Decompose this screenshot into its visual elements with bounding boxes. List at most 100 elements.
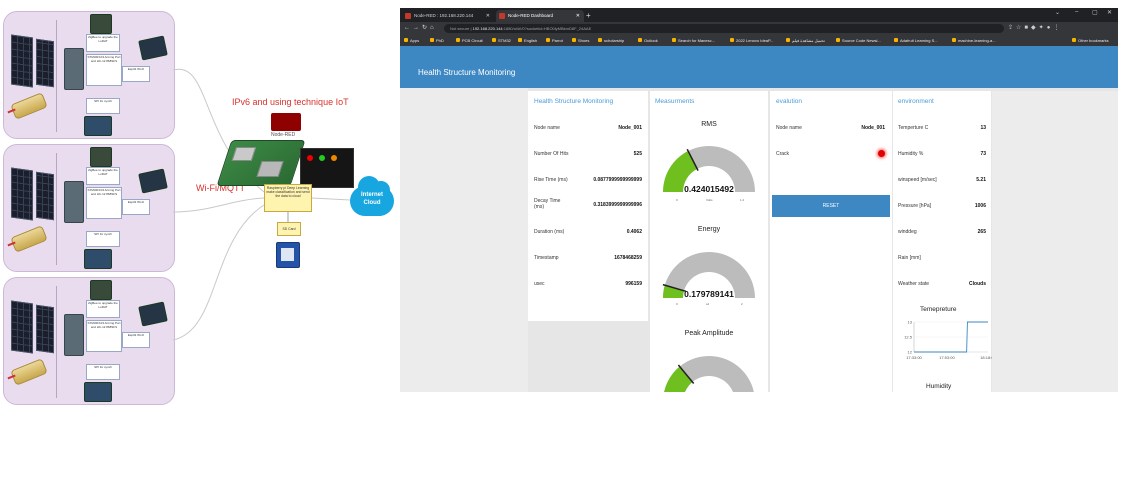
- x-tick-label: 17:53:00: [939, 355, 955, 360]
- health-card-title: Health Structure Monitoring: [534, 98, 614, 105]
- gauge-unit: Volts: [706, 198, 713, 202]
- share-icon[interactable]: ⇪: [1008, 25, 1016, 31]
- dashboard-thumbnail-icon: [300, 148, 354, 188]
- env-value: 73: [980, 151, 986, 157]
- bookmark-item[interactable]: machine-learning-a...: [952, 35, 996, 46]
- row-value: 0.4062: [626, 229, 642, 235]
- connection-lines: [172, 68, 351, 341]
- row-label: usec: [534, 281, 545, 287]
- crack-label: Crack: [776, 151, 790, 157]
- row-value: 0.3183999999999996: [593, 202, 642, 208]
- home-icon[interactable]: ⌂: [430, 25, 437, 31]
- peak-amplitude-gauge: [664, 355, 754, 392]
- chart-title: Temepreture: [920, 306, 957, 313]
- bookmark-item[interactable]: scholarship: [598, 35, 624, 46]
- row-value: 1678468259: [614, 255, 642, 261]
- env-label: Pressure [hPa]: [898, 203, 932, 209]
- env-value: 1006: [974, 203, 986, 209]
- gauge-min: 0: [676, 302, 678, 306]
- cloud-label: Internet Cloud: [360, 192, 383, 206]
- env-label: Humidity %: [898, 151, 924, 157]
- tab-node-red-dashboard[interactable]: Node-RED Dashboard ✕: [496, 10, 584, 22]
- url-input[interactable]: Not secure | 192.168.220.144:1880/ui/#!/…: [444, 24, 1004, 33]
- bookmark-item[interactable]: Search for Manesc...: [672, 35, 715, 46]
- row-label: Number Of Hits: [534, 151, 569, 157]
- reload-icon[interactable]: ↻: [422, 25, 430, 31]
- y-tick-label: 12.5: [904, 335, 913, 340]
- y-tick-label: 13: [908, 320, 913, 325]
- gauge-title: Peak Amplitude: [684, 330, 734, 337]
- bookmark-item[interactable]: Outlook: [638, 35, 658, 46]
- sd-card-module-icon: [276, 242, 300, 268]
- bookmark-item[interactable]: Apps: [404, 35, 419, 46]
- close-tab-icon[interactable]: ✕: [486, 10, 490, 22]
- node-red-favicon-icon: [499, 13, 505, 19]
- env-value: 265: [977, 229, 986, 235]
- node-red-logo-text: Node-RED: [271, 132, 296, 138]
- env-value: 5.21: [976, 177, 986, 183]
- nav-buttons: ←→↻⌂: [404, 22, 437, 35]
- browser-window: Node-RED : 192.168.220.144 ✕ Node-RED Da…: [400, 8, 1118, 392]
- row-value: Node_001: [618, 125, 642, 131]
- bookmark-item[interactable]: Source Code Newsl...: [836, 35, 881, 46]
- bookmark-item[interactable]: Other bookmarks: [1072, 35, 1109, 46]
- chevron-down-icon[interactable]: ⌄: [1055, 9, 1060, 16]
- bookmark-item[interactable]: Adafruit Learning S...: [894, 35, 938, 46]
- node-red-favicon-icon: [405, 13, 411, 19]
- reset-button[interactable]: RESET: [772, 195, 890, 217]
- dashboard-right-space: [992, 91, 1118, 392]
- x-tick-label: 18:18:00: [980, 355, 992, 360]
- row-label: Rise Time (ms): [534, 177, 568, 183]
- forward-icon[interactable]: →: [413, 25, 422, 31]
- dashboard-header: [400, 46, 1118, 88]
- extension-icon[interactable]: ◆: [1031, 25, 1039, 31]
- bookmark-item[interactable]: Parrot: [546, 35, 563, 46]
- minimize-icon[interactable]: –: [1075, 9, 1078, 15]
- node-red-logo-icon: [271, 113, 301, 131]
- gauge-max: 1.2: [740, 198, 745, 202]
- row-value: 0.0877999999999999: [593, 177, 642, 183]
- extension-icons: ⇪☆■◆✦●⋮: [1008, 22, 1062, 35]
- raspberry-pi-box: Raspberry pi Deep Learning make classifi…: [264, 184, 312, 212]
- bookmark-item[interactable]: English: [518, 35, 537, 46]
- row-label: Node name: [534, 125, 560, 131]
- env-label: Temperture C: [898, 125, 929, 131]
- gauge-min: 0: [676, 198, 678, 202]
- bookmark-item[interactable]: تحميل مشاهدة فيلم: [786, 35, 825, 46]
- close-tab-icon[interactable]: ✕: [576, 10, 580, 22]
- env-value: Clouds: [969, 281, 986, 287]
- env-label: winspeed [m/sec]: [898, 177, 937, 183]
- gauge-title: RMS: [701, 121, 717, 128]
- bookmark-item[interactable]: STM32: [492, 35, 511, 46]
- close-window-icon[interactable]: ✕: [1107, 9, 1112, 16]
- url-path: :1880/ui/#!/0?socketid=HBO0lyMBkmD8F_24A…: [502, 26, 592, 31]
- ipv6-label: IPv6 and using technique IoT: [232, 97, 349, 107]
- gauge-title: Energy: [697, 226, 721, 233]
- url-host: 192.168.220.144: [472, 26, 503, 31]
- bookmark-item[interactable]: 2022 Lenovo IdeaP...: [730, 35, 774, 46]
- evaluation-title: evalution: [776, 98, 803, 105]
- y-tick-label: 12: [908, 350, 913, 355]
- chart2-title: Humidity: [926, 383, 952, 390]
- row-value: 525: [633, 151, 642, 157]
- back-icon[interactable]: ←: [404, 25, 413, 31]
- env-label: winddeg: [898, 229, 917, 235]
- eval-node-label: Node name: [776, 125, 802, 131]
- x-tick-label: 17:33:00: [906, 355, 922, 360]
- gauge-value: 0.424015492: [684, 184, 734, 194]
- bookmark-item[interactable]: PhD: [430, 35, 444, 46]
- environment-title: environment: [898, 98, 934, 105]
- menu-icon[interactable]: ⋮: [1053, 25, 1062, 31]
- env-label: Rain [mm]: [898, 255, 921, 261]
- gauge-value: 0.179789141: [684, 289, 734, 299]
- puzzle-icon[interactable]: ✦: [1039, 25, 1047, 31]
- bookmark-item[interactable]: PCB Circuit: [456, 35, 483, 46]
- tab-node-red-editor[interactable]: Node-RED : 192.168.220.144 ✕: [402, 10, 494, 22]
- bookmark-item[interactable]: Shoes: [572, 35, 589, 46]
- not-secure-label: Not secure: [450, 26, 470, 31]
- row-value: 996159: [625, 281, 642, 287]
- temperature-chart: 13 12.5 1217:33:00 17:53:00 18:18:00: [904, 320, 992, 361]
- maximize-icon[interactable]: ▢: [1092, 9, 1098, 16]
- crack-indicator-icon: [878, 150, 885, 157]
- new-tab-icon[interactable]: +: [586, 10, 591, 22]
